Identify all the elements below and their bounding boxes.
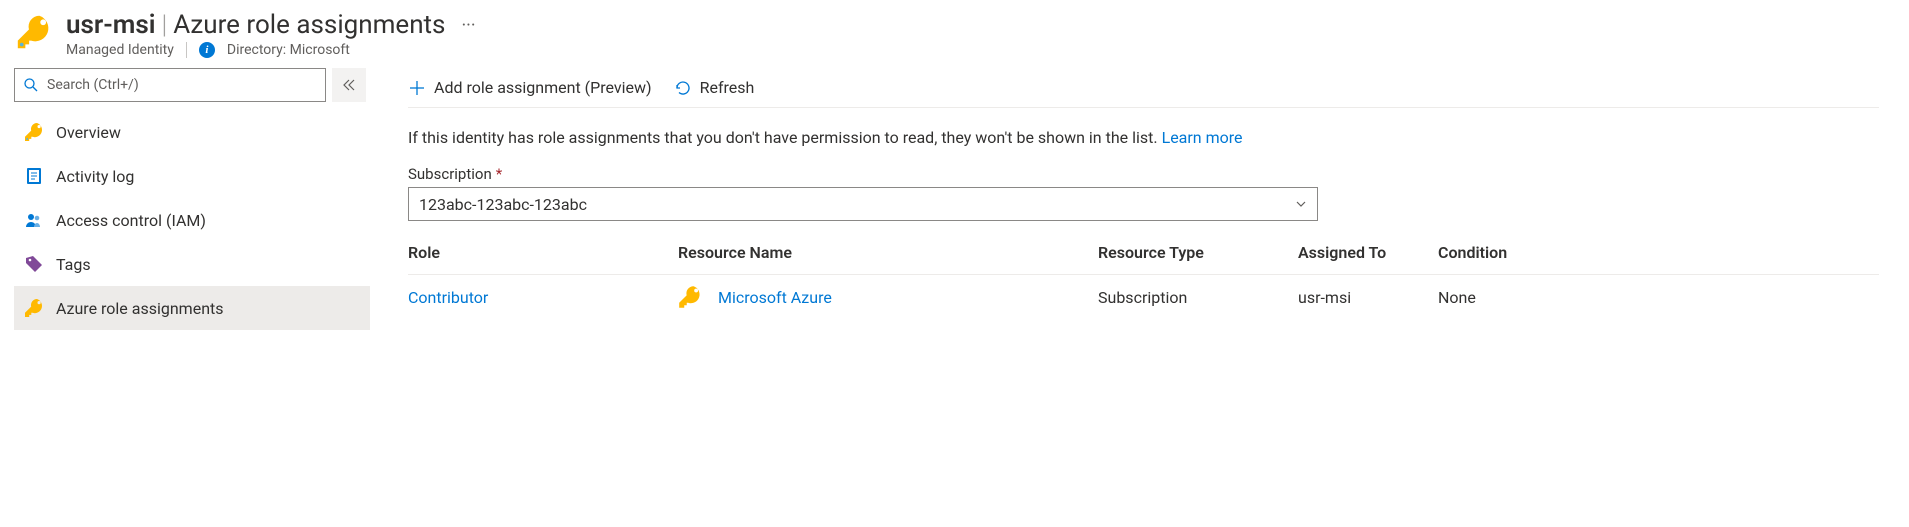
subscription-dropdown[interactable]: 123abc-123abc-123abc [408, 187, 1318, 221]
table-header-row: Role Resource Name Resource Type Assigne… [408, 231, 1879, 275]
chevron-double-left-icon [342, 78, 356, 92]
sidebar-item-label: Tags [56, 255, 91, 274]
sidebar-search[interactable] [14, 68, 326, 102]
directory-label: Directory: Microsoft [227, 42, 350, 58]
th-assigned-to[interactable]: Assigned To [1298, 243, 1438, 262]
info-icon[interactable]: i [199, 42, 215, 58]
sidebar-item-role-assignments[interactable]: Azure role assignments [14, 286, 370, 330]
page-title: usr-msi | Azure role assignments [66, 10, 445, 40]
sidebar-item-label: Activity log [56, 167, 134, 186]
key-icon [678, 285, 702, 309]
main-content: Add role assignment (Preview) Refresh If… [370, 62, 1909, 330]
sidebar-item-access-control[interactable]: Access control (IAM) [14, 198, 370, 242]
assigned-to-cell: usr-msi [1298, 288, 1438, 307]
refresh-icon [674, 79, 692, 97]
required-asterisk: * [496, 165, 502, 183]
th-resource-name[interactable]: Resource Name [678, 243, 1098, 262]
page-subtitle: Azure role assignments [173, 10, 445, 40]
subscription-value: 123abc-123abc-123abc [419, 195, 587, 214]
condition-cell: None [1438, 288, 1558, 307]
more-actions-icon[interactable]: ··· [461, 15, 475, 36]
sidebar-item-activity-log[interactable]: Activity log [14, 154, 370, 198]
sidebar-item-overview[interactable]: Overview [14, 110, 370, 154]
chevron-down-icon [1295, 198, 1307, 210]
toolbar: Add role assignment (Preview) Refresh [408, 68, 1879, 108]
resource-type-label: Managed Identity [66, 42, 174, 58]
subscription-field: Subscription* 123abc-123abc-123abc [408, 165, 1879, 221]
log-icon [24, 166, 44, 186]
people-icon [24, 210, 44, 230]
add-button-label: Add role assignment (Preview) [434, 78, 652, 97]
th-resource-type[interactable]: Resource Type [1098, 243, 1298, 262]
role-cell[interactable]: Contributor [408, 288, 678, 307]
sidebar-item-label: Overview [56, 123, 121, 142]
search-input[interactable] [47, 77, 317, 93]
search-icon [23, 77, 39, 93]
tag-icon [24, 254, 44, 274]
resource-type-cell: Subscription [1098, 288, 1298, 307]
sidebar-item-tags[interactable]: Tags [14, 242, 370, 286]
add-role-assignment-button[interactable]: Add role assignment (Preview) [408, 78, 652, 97]
resource-name: usr-msi [66, 10, 155, 40]
sidebar: Overview Activity log Access control (IA… [0, 62, 370, 330]
resource-key-icon [16, 14, 52, 50]
subscription-label: Subscription [408, 165, 492, 183]
collapse-sidebar-button[interactable] [332, 68, 366, 102]
plus-icon [408, 79, 426, 97]
th-role[interactable]: Role [408, 243, 678, 262]
refresh-button-label: Refresh [700, 78, 755, 97]
resource-name-link[interactable]: Microsoft Azure [718, 288, 832, 307]
learn-more-link[interactable]: Learn more [1162, 128, 1243, 147]
th-condition[interactable]: Condition [1438, 243, 1558, 262]
page-header: usr-msi | Azure role assignments ··· Man… [0, 0, 1909, 62]
role-assignments-table: Role Resource Name Resource Type Assigne… [408, 231, 1879, 319]
table-row[interactable]: Contributor Microsoft Azure Subscription… [408, 275, 1879, 319]
resource-name-cell: Microsoft Azure [678, 285, 1098, 309]
key-icon [24, 122, 44, 142]
sidebar-item-label: Access control (IAM) [56, 211, 206, 230]
key-icon [24, 298, 44, 318]
sidebar-item-label: Azure role assignments [56, 299, 224, 318]
info-text: If this identity has role assignments th… [408, 128, 1879, 147]
refresh-button[interactable]: Refresh [674, 78, 755, 97]
title-separator: | [161, 10, 167, 40]
separator [186, 42, 187, 58]
